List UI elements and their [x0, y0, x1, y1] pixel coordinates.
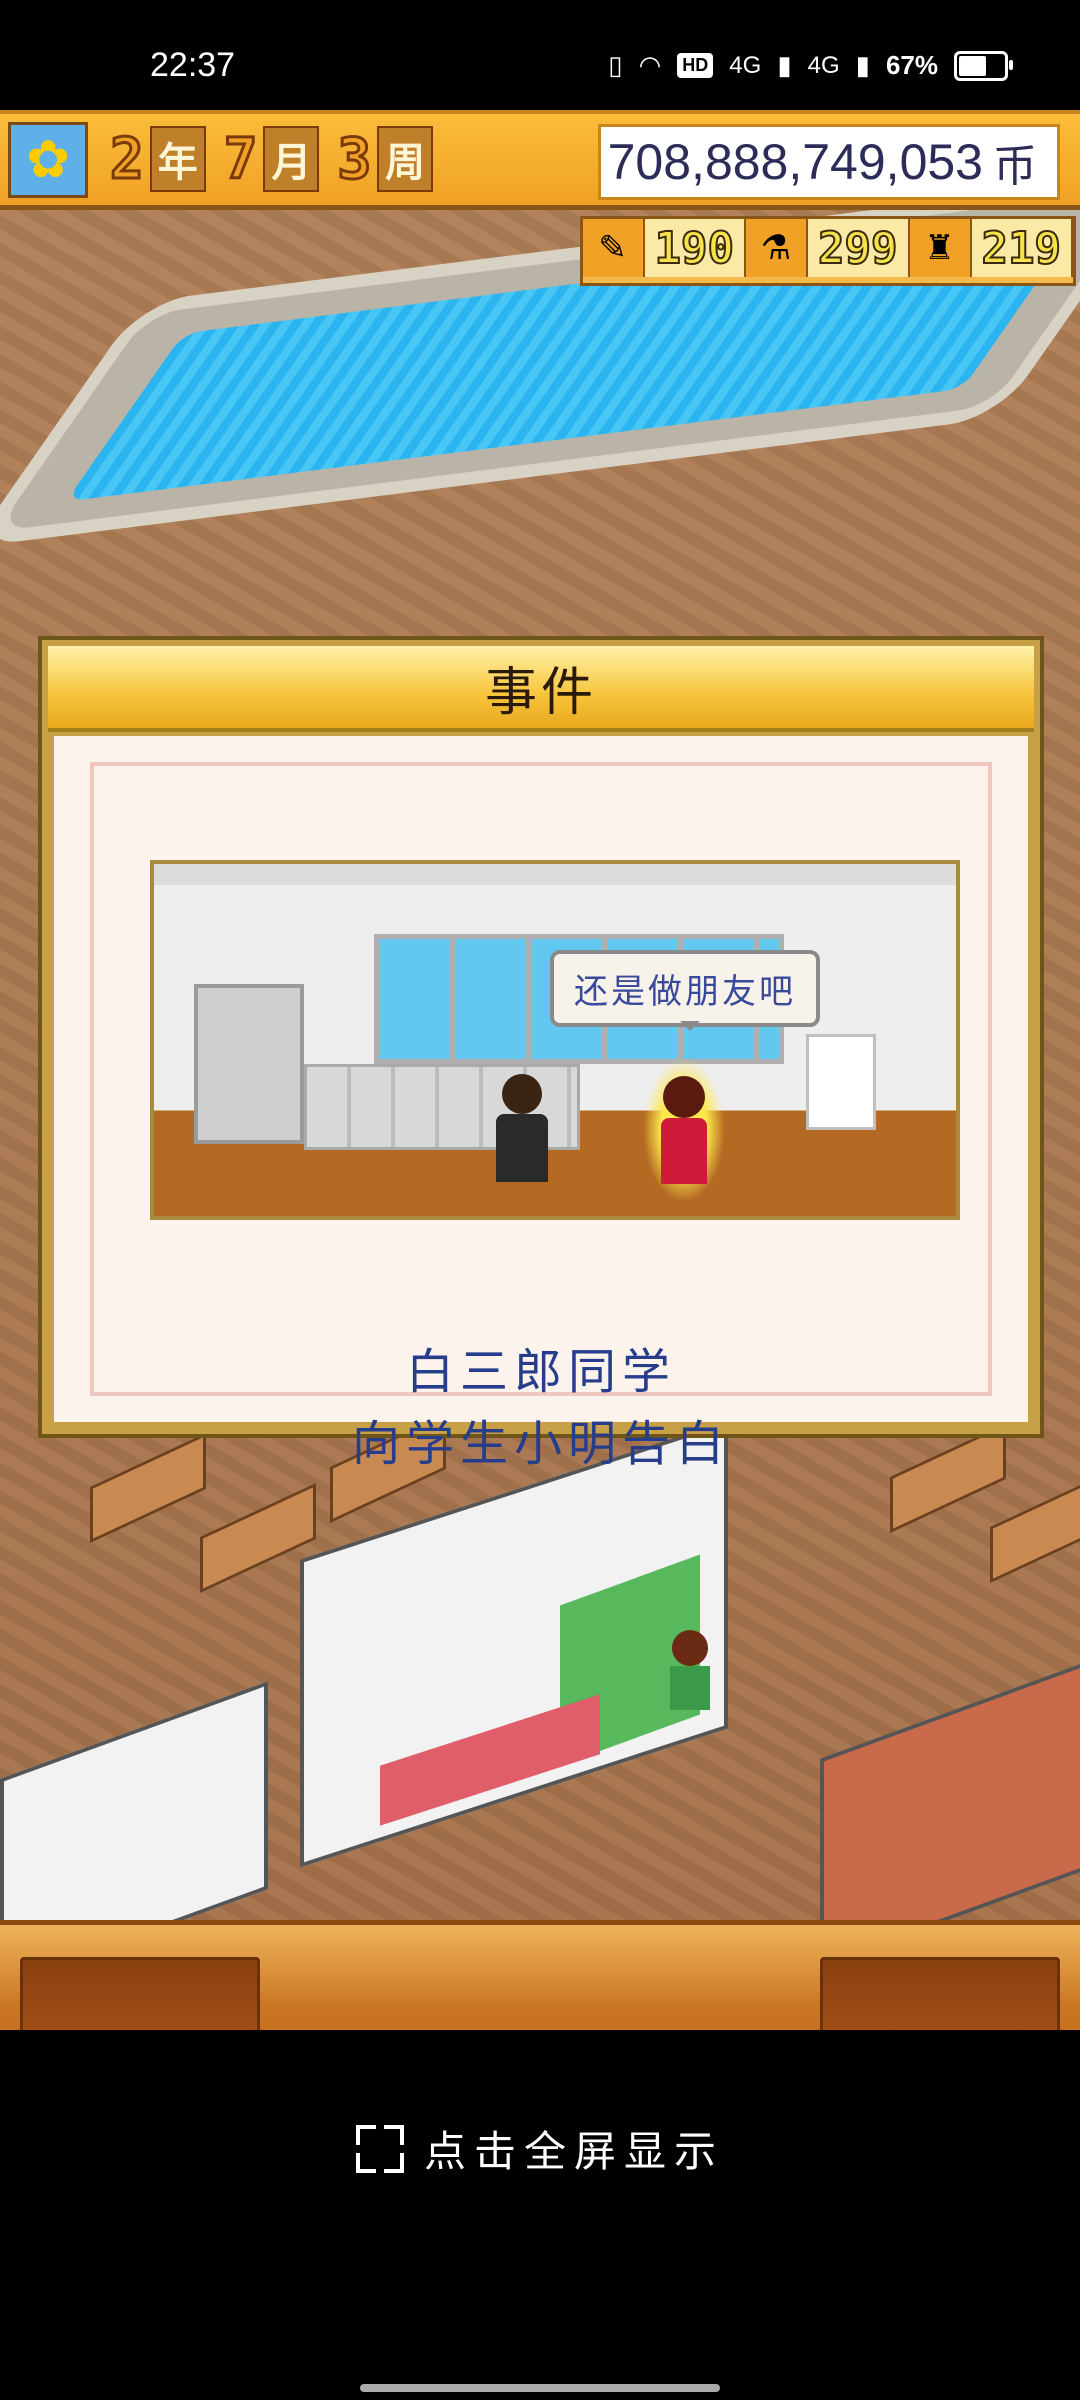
resource-research-points: 299 — [808, 219, 910, 277]
event-dialog-body: 还是做朋友吧 白三郎同学 向学生小明告白 — [54, 736, 1028, 1472]
event-scene-illustration: 还是做朋友吧 — [150, 860, 960, 1220]
money-display: 708,888,749,053 币 — [598, 124, 1060, 200]
right-menu-slot[interactable] — [820, 1957, 1060, 2030]
boy-character — [494, 1074, 550, 1186]
speech-bubble: 还是做朋友吧 — [550, 950, 820, 1031]
signal-4g-1: 4G — [729, 51, 762, 79]
resource-study-points: 190 — [644, 219, 747, 277]
event-line-2: 向学生小明告白 — [351, 1416, 730, 1472]
money-value: 708,888,749,053 — [607, 134, 983, 190]
money-unit: 币 — [993, 141, 1037, 192]
month-number: 7 — [222, 125, 259, 193]
status-time: 22:37 — [150, 46, 236, 84]
status-bar: 22:37 ▯ ◠ HD 4G ▮ 4G ▮ 67% — [0, 0, 1080, 110]
student-character[interactable] — [670, 1630, 710, 1710]
home-indicator[interactable] — [360, 2384, 720, 2392]
fullscreen-label: 点击全屏显示 — [423, 2127, 724, 2176]
week-unit: 周 — [377, 126, 434, 192]
year-number: 2 — [109, 125, 146, 193]
left-menu-slot[interactable] — [20, 1957, 260, 2030]
week-number: 3 — [336, 125, 373, 193]
resource-club-points: 219 — [971, 219, 1073, 277]
resource-bar: ✎ 190 ⚗ 299 ♜ 219 — [579, 216, 1076, 286]
event-dialog-header: 事件 — [48, 646, 1034, 732]
signal-4g-2: 4G — [807, 51, 840, 79]
battery-percent: 67% — [885, 50, 938, 80]
classroom-desk — [990, 1472, 1080, 1584]
classroom-desk — [200, 1482, 316, 1594]
wifi-icon: ◠ — [638, 50, 662, 80]
bottom-control-panel — [0, 1920, 1080, 2030]
event-title: 事件 — [484, 662, 597, 723]
year-unit: 年 — [149, 126, 206, 192]
game-scene[interactable]: ✿ 2 年 7 月 3 周 708,888,749,053 币 ✎ 190 ⚗ … — [0, 110, 1080, 2030]
month-unit: 月 — [263, 126, 320, 192]
vibrate-icon: ▯ — [608, 50, 623, 80]
hd-badge: HD — [677, 53, 714, 78]
status-icons: ▯ ◠ HD 4G ▮ 4G ▮ 67% — [608, 50, 1013, 81]
sunflower-icon[interactable]: ✿ — [8, 122, 88, 198]
hallway-door — [194, 984, 304, 1144]
girl-character — [644, 1060, 724, 1200]
event-line-1: 白三郎同学 — [405, 1344, 676, 1400]
pencil-icon: ✎ — [582, 219, 645, 277]
notice-board — [806, 1034, 876, 1130]
battery-icon — [954, 50, 1013, 81]
signal-bars-icon-2: ▮ — [855, 50, 870, 80]
battery-fill — [959, 55, 986, 76]
expand-icon — [355, 2124, 404, 2173]
signal-bars-icon: ▮ — [777, 50, 792, 80]
game-date: 2 年 7 月 3 周 — [109, 125, 445, 193]
flask-icon: ⚗ — [746, 219, 809, 277]
fullscreen-prompt[interactable]: 点击全屏显示 — [0, 2118, 1080, 2179]
trophy-icon: ♜ — [909, 219, 972, 277]
top-hud: ✿ 2 年 7 月 3 周 708,888,749,053 币 — [0, 110, 1080, 210]
event-description: 白三郎同学 向学生小明告白 — [54, 1336, 1028, 1480]
event-dialog[interactable]: 事件 还是做朋友吧 白三郎同学 向学生小明告白 — [38, 636, 1044, 1472]
